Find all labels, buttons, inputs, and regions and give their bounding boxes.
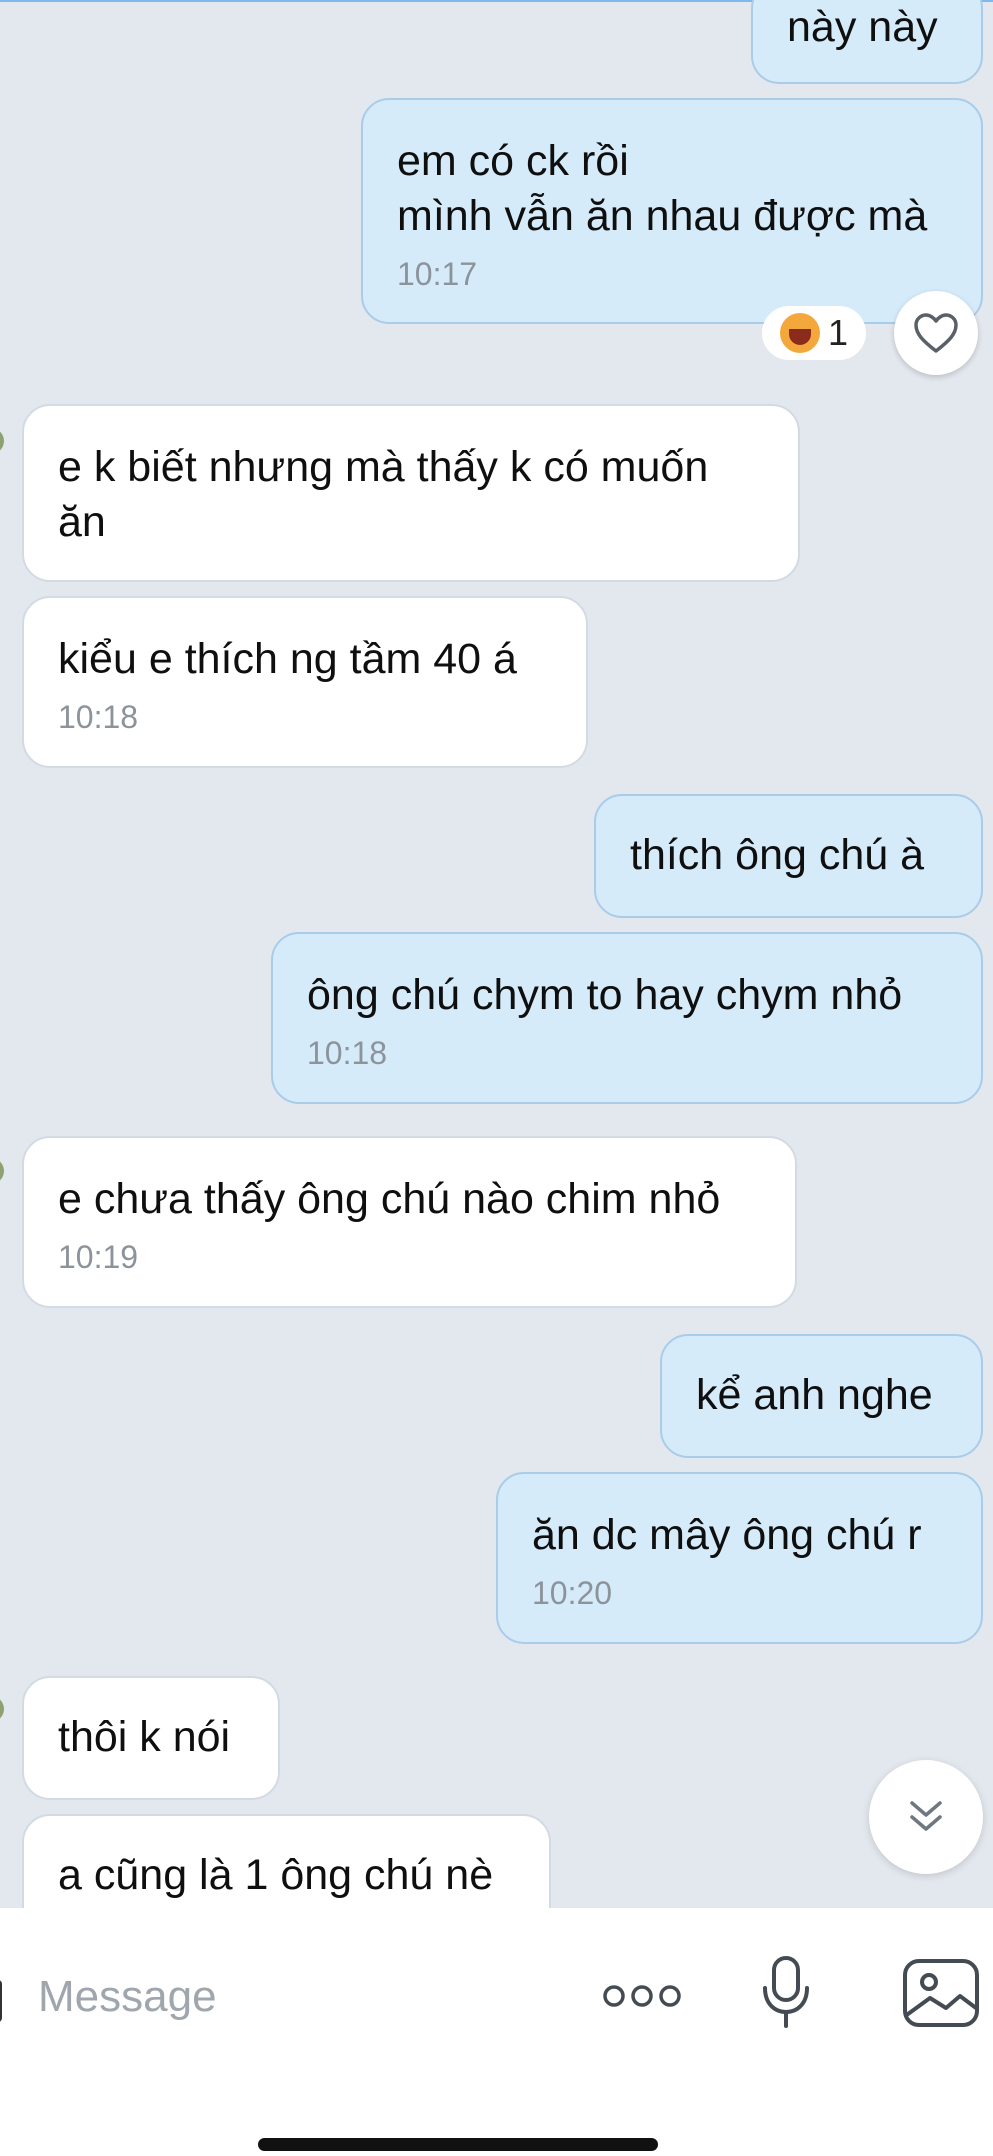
message-text: kiểu e thích ng tầm 40 á xyxy=(58,635,517,683)
message-timestamp: 10:19 xyxy=(58,1239,139,1275)
message-bubble-incoming[interactable]: kiểu e thích ng tầm 40 á 10:18 xyxy=(22,596,588,768)
message-bubble-outgoing[interactable]: thích ông chú à xyxy=(594,794,983,918)
message-text: kể anh nghe xyxy=(696,1371,933,1419)
message-bubble-incoming[interactable]: e chưa thấy ông chú nào chim nhỏ 10:19 xyxy=(22,1136,797,1308)
attach-button[interactable] xyxy=(0,1980,2,2022)
message-reaction[interactable]: 1 xyxy=(762,306,866,360)
more-options-button[interactable] xyxy=(596,1964,688,2028)
sender-avatar[interactable] xyxy=(0,428,4,454)
message-bubble-outgoing[interactable]: này này xyxy=(751,0,983,84)
heart-icon xyxy=(914,313,958,353)
message-text: e k biết nhưng mà thấy k có muốn ăn xyxy=(58,443,709,546)
message-composer xyxy=(0,1908,993,2156)
like-button[interactable] xyxy=(894,291,978,375)
sender-avatar[interactable] xyxy=(0,1158,4,1184)
message-bubble-incoming[interactable]: thôi k nói xyxy=(22,1676,280,1800)
reaction-count: 1 xyxy=(827,312,849,353)
message-bubble-outgoing[interactable]: ông chú chym to hay chym nhỏ 10:18 xyxy=(271,932,983,1104)
sender-avatar[interactable] xyxy=(0,1696,4,1722)
message-list[interactable]: này này em có ck rồi mình vẫn ăn nhau đư… xyxy=(0,0,993,1908)
message-bubble-outgoing[interactable]: em có ck rồi mình vẫn ăn nhau được mà 10… xyxy=(361,98,983,324)
message-input[interactable] xyxy=(36,1954,580,2040)
message-text: thích ông chú à xyxy=(630,831,925,879)
message-text: a cũng là 1 ông chú nè xyxy=(58,1851,494,1899)
message-text: ăn dc mây ông chú r xyxy=(532,1511,922,1559)
message-bubble-outgoing[interactable]: ăn dc mây ông chú r 10:20 xyxy=(496,1472,983,1644)
message-bubble-outgoing[interactable]: kể anh nghe xyxy=(660,1334,983,1458)
message-bubble-incoming[interactable]: e k biết nhưng mà thấy k có muốn ăn xyxy=(22,404,800,582)
message-timestamp: 10:17 xyxy=(397,256,478,292)
message-timestamp: 10:18 xyxy=(58,699,139,735)
message-text: em có ck rồi mình vẫn ăn nhau được mà xyxy=(397,137,928,240)
more-options-icon xyxy=(603,1985,681,2007)
microphone-icon xyxy=(763,1956,809,2028)
message-text: ông chú chym to hay chym nhỏ xyxy=(307,971,903,1019)
home-indicator xyxy=(258,2138,658,2151)
laughing-face-icon xyxy=(779,313,820,353)
message-text: e chưa thấy ông chú nào chim nhỏ xyxy=(58,1175,721,1223)
voice-message-button[interactable] xyxy=(748,1946,824,2038)
message-timestamp: 10:20 xyxy=(532,1575,613,1611)
message-text: thôi k nói xyxy=(58,1713,231,1761)
double-chevron-down-icon xyxy=(910,1801,942,1831)
message-text: này này xyxy=(787,3,938,51)
gallery-button[interactable] xyxy=(896,1950,986,2036)
scroll-to-bottom-button[interactable] xyxy=(869,1760,983,1874)
message-bubble-incoming[interactable]: a cũng là 1 ông chú nè xyxy=(22,1814,551,1908)
message-timestamp: 10:18 xyxy=(307,1035,388,1071)
image-gallery-icon xyxy=(903,1959,979,2027)
